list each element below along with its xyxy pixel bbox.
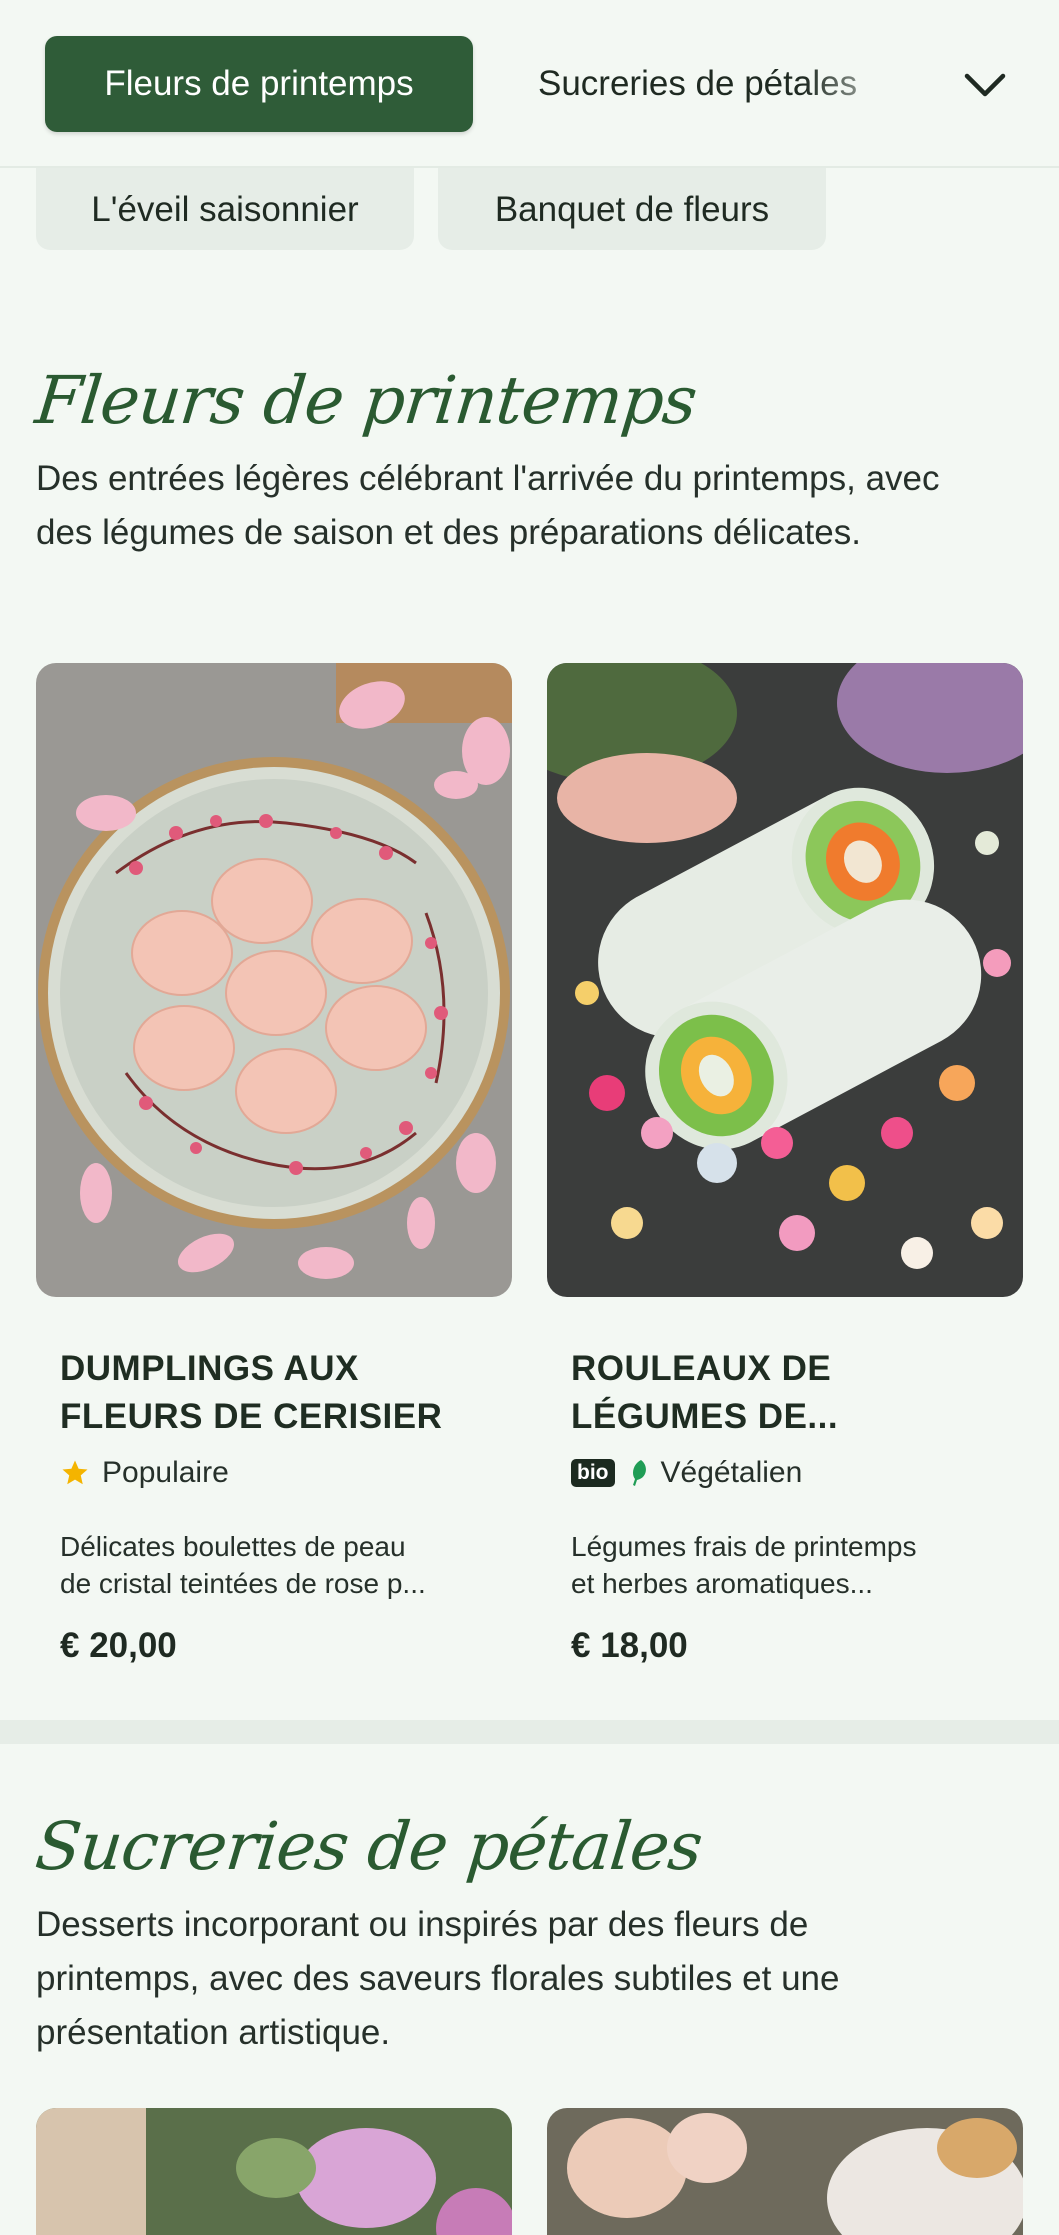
chip-label: Banquet de fleurs <box>494 190 770 229</box>
bio-badge: bio <box>571 1459 615 1487</box>
category-tab-sucreries-de-petales[interactable]: Sucreries de pétales <box>538 36 918 132</box>
leaf-icon <box>632 1460 646 1486</box>
section-title: Sucreries de pétales <box>31 1808 706 1885</box>
tag-label: Populaire <box>102 1456 229 1489</box>
dessert-photo-illustration <box>547 2108 1023 2235</box>
description-line: Délicates boulettes de peau <box>60 1531 406 1562</box>
dish-tags: bio Végétalien <box>571 1456 802 1490</box>
description-line: de cristal teintées de rose p... <box>60 1568 426 1599</box>
category-tab-label: Sucreries de pétales <box>538 64 858 103</box>
dumplings-plate-illustration <box>36 663 512 1297</box>
dish-price: € 18,00 <box>571 1626 688 1665</box>
dish-tags: Populaire <box>60 1456 229 1490</box>
category-tab-label: Fleurs de printemps <box>104 64 414 103</box>
dish-title[interactable]: DUMPLINGS AUX FLEURS DE CERISIER <box>60 1345 480 1441</box>
chevron-down-icon <box>964 73 1006 97</box>
dish-image-rouleaux[interactable] <box>547 663 1023 1297</box>
section-divider <box>0 1720 1059 1744</box>
dish-image-dumplings[interactable] <box>36 663 512 1297</box>
section-description: Desserts incorporant ou inspirés par des… <box>36 1905 840 2052</box>
section-description: Des entrées légères célébrant l'arrivée … <box>36 459 940 552</box>
spring-rolls-illustration <box>547 663 1023 1297</box>
dish-description: Légumes frais de printemps et herbes aro… <box>571 1528 1001 1602</box>
expand-categories-button[interactable] <box>960 60 1010 110</box>
dish-title[interactable]: ROULEAUX DE LÉGUMES DE... <box>571 1345 991 1441</box>
dish-image-dessert-2[interactable] <box>547 2108 1023 2235</box>
dessert-photo-illustration <box>36 2108 512 2235</box>
menu-page: L'éveil saisonnier Banquet de fleurs Fle… <box>0 0 1059 2235</box>
dish-description: Délicates boulettes de peau de cristal t… <box>60 1528 490 1602</box>
category-nav-bar: Fleurs de printemps Sucreries de pétales <box>0 0 1059 168</box>
chip-label: L'éveil saisonnier <box>91 190 359 229</box>
section-title: Fleurs de printemps <box>31 362 700 439</box>
description-line: Légumes frais de printemps <box>571 1531 917 1562</box>
description-line: et herbes aromatiques... <box>571 1568 873 1599</box>
star-icon <box>62 1460 88 1485</box>
category-tab-fleurs-de-printemps[interactable]: Fleurs de printemps <box>45 36 473 132</box>
dish-image-dessert-1[interactable] <box>36 2108 512 2235</box>
tag-label: Végétalien <box>660 1456 803 1489</box>
dish-price: € 20,00 <box>60 1626 177 1665</box>
